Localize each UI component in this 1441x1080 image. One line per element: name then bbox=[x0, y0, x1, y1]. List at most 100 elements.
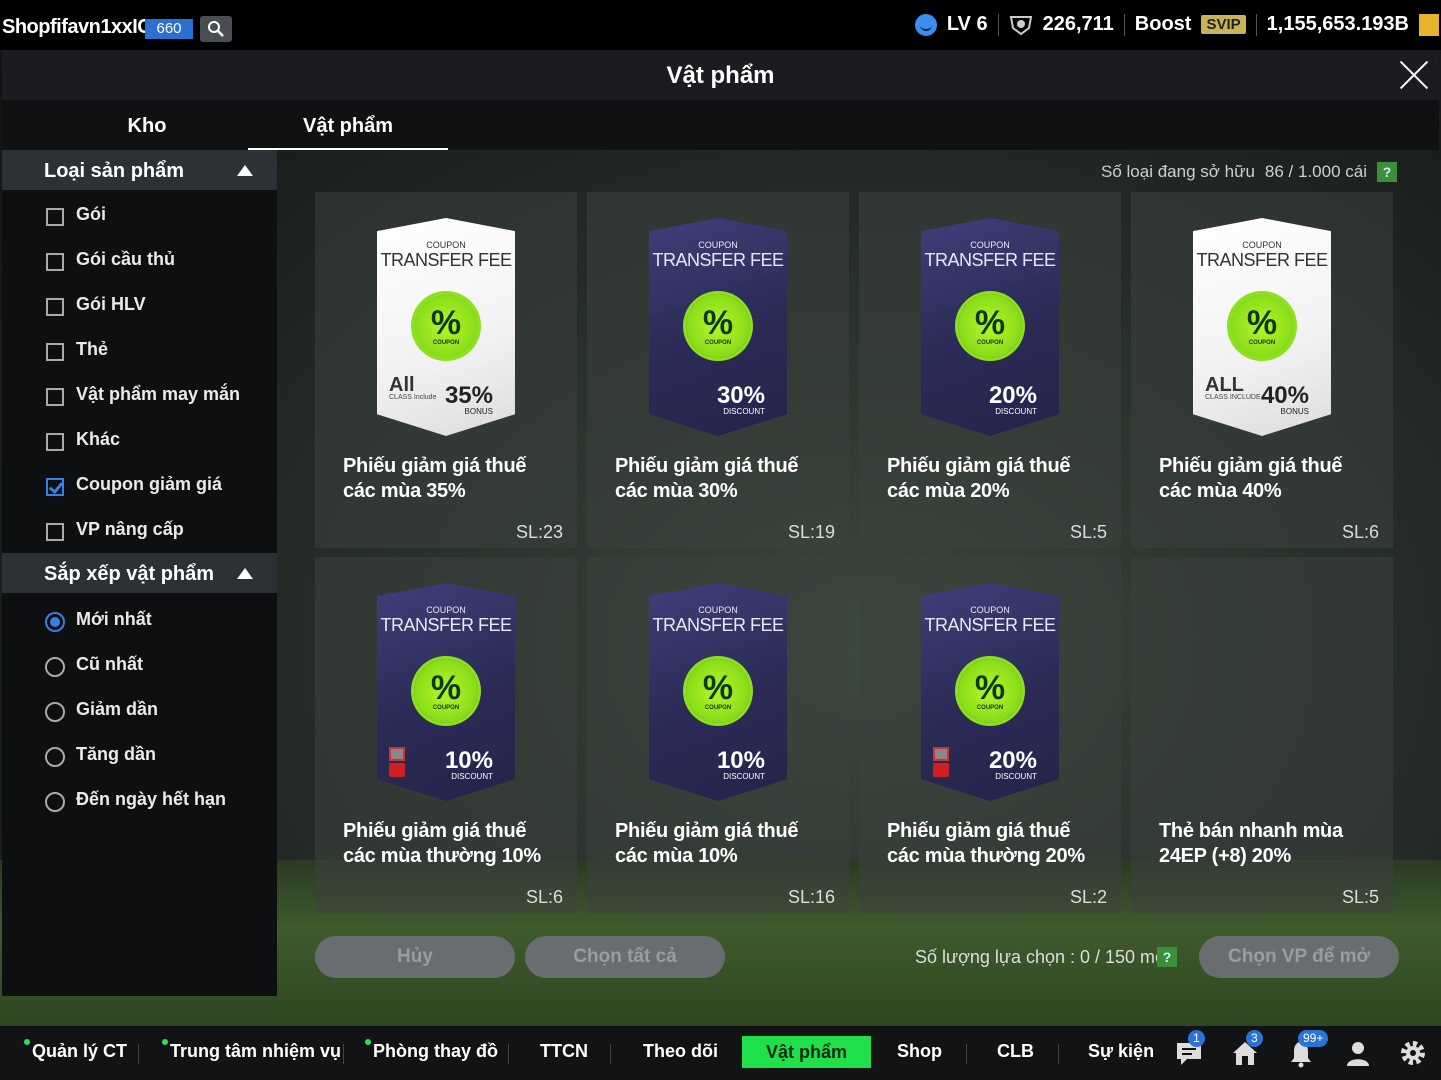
profile-button[interactable] bbox=[1343, 1038, 1373, 1068]
bell-badge: 99+ bbox=[1298, 1030, 1329, 1047]
checkbox[interactable] bbox=[46, 253, 64, 271]
radio[interactable] bbox=[45, 747, 65, 767]
username[interactable]: Shopfifavn1xxICT bbox=[2, 16, 163, 39]
coupon-title: TRANSFER FEE bbox=[924, 615, 1056, 635]
item-quantity: SL:19 bbox=[787, 522, 835, 542]
radio[interactable] bbox=[45, 657, 65, 677]
category-vat-pham-may-man[interactable]: Vật phẩm may mắn bbox=[2, 370, 277, 415]
coupon-small-label: COUPON bbox=[1242, 240, 1282, 250]
rank-badge: 660 bbox=[145, 19, 193, 39]
badge-coupon-label: COUPON bbox=[704, 340, 732, 346]
item-name: Phiếu giảm giá thuế các mùa thường 10% bbox=[343, 820, 541, 867]
nav-shop[interactable]: Shop bbox=[897, 1041, 942, 1062]
category-khac[interactable]: Khác bbox=[2, 415, 277, 460]
radio[interactable] bbox=[45, 792, 65, 812]
item-quantity: SL:6 bbox=[525, 887, 563, 907]
search-button[interactable] bbox=[200, 16, 232, 42]
badge-percent: % bbox=[430, 304, 462, 342]
item-name: Phiếu giảm giá thuế các mùa 35% bbox=[343, 455, 527, 502]
sort-expiry[interactable]: Đến ngày hết hạn bbox=[2, 775, 277, 820]
home-button[interactable]: 3 bbox=[1230, 1030, 1263, 1068]
sort-title: Sắp xếp vật phẩm bbox=[44, 563, 215, 585]
coupon-title: TRANSFER FEE bbox=[380, 615, 512, 635]
selection-help-button[interactable]: ? bbox=[1157, 947, 1177, 967]
sort-ascending[interactable]: Tăng dần bbox=[2, 730, 277, 775]
notification-button[interactable]: 99+ bbox=[1286, 1030, 1329, 1068]
category-the[interactable]: Thẻ bbox=[2, 325, 277, 370]
item-card[interactable]: COUPON TRANSFER FEE % COUPON ALL CLASS IN… bbox=[1131, 192, 1393, 548]
checkbox[interactable] bbox=[46, 208, 64, 226]
coupon-title: TRANSFER FEE bbox=[924, 250, 1056, 270]
divider bbox=[966, 1044, 967, 1064]
checkbox[interactable] bbox=[46, 343, 64, 361]
category-coupon[interactable]: Coupon giảm giá bbox=[2, 460, 277, 505]
coupon-small-label: COUPON bbox=[426, 240, 466, 250]
item-quantity: SL:23 bbox=[515, 522, 563, 542]
untradable-lock-icon bbox=[933, 747, 949, 779]
nav-quan-ly-ct[interactable]: Quản lý CT bbox=[24, 1039, 127, 1062]
badge-coupon-label: COUPON bbox=[432, 705, 460, 711]
coupon-value-label: BONUS bbox=[1280, 407, 1309, 416]
select-all-button[interactable]: Chọn tất cả bbox=[525, 936, 725, 978]
category-goi[interactable]: Gói bbox=[2, 190, 277, 235]
nav-phong-thay-do[interactable]: Phòng thay đồ bbox=[365, 1039, 498, 1062]
untradable-lock-icon bbox=[389, 747, 405, 779]
svip-badge: SVIP bbox=[1201, 15, 1246, 34]
nav-theo-doi[interactable]: Theo dõi bbox=[643, 1041, 718, 1062]
tab-kho[interactable]: Kho bbox=[47, 115, 247, 138]
owned-count: Số loại đang sở hữu 86 / 1.000 cái ? bbox=[1101, 162, 1397, 182]
radio-selected[interactable] bbox=[45, 612, 65, 632]
item-card[interactable]: Thẻ bán nhanh mùa 24EP (+8) 20% SL:5 bbox=[1131, 557, 1393, 913]
tab-vat-pham[interactable]: Vật phẩm bbox=[248, 115, 448, 150]
category-header[interactable]: Loại sản phẩm bbox=[2, 150, 277, 190]
coupon-value-label: DISCOUNT bbox=[995, 772, 1037, 781]
checkbox[interactable] bbox=[46, 388, 64, 406]
coupon-value-label: DISCOUNT bbox=[723, 407, 765, 416]
sort-newest[interactable]: Mới nhất bbox=[2, 595, 277, 640]
settings-button[interactable] bbox=[1398, 1038, 1428, 1068]
category-label: Gói cầu thủ bbox=[76, 249, 175, 269]
item-quantity: SL:5 bbox=[1341, 887, 1379, 907]
nav-clb[interactable]: CLB bbox=[997, 1041, 1034, 1062]
nav-ttcn[interactable]: TTCN bbox=[540, 1041, 588, 1062]
coupon-card-image: COUPON TRANSFER FEE % COUPON 10% DISCOUNT bbox=[649, 583, 787, 801]
nav-su-kien[interactable]: Sự kiện bbox=[1088, 1041, 1154, 1062]
nav-label: Phòng thay đồ bbox=[373, 1041, 498, 1061]
checkbox[interactable] bbox=[46, 433, 64, 451]
cancel-button[interactable]: Hủy bbox=[315, 936, 515, 978]
coupon-value: 20% bbox=[988, 382, 1037, 409]
category-goi-cau-thu[interactable]: Gói cầu thủ bbox=[2, 235, 277, 280]
category-title: Loại sản phẩm bbox=[44, 160, 185, 182]
sort-descending[interactable]: Giảm dần bbox=[2, 685, 277, 730]
sort-oldest[interactable]: Cũ nhất bbox=[2, 640, 277, 685]
checkbox[interactable] bbox=[46, 298, 64, 316]
category-label: Gói bbox=[76, 204, 106, 224]
open-item-button[interactable]: Chọn VP để mở bbox=[1199, 936, 1399, 978]
category-goi-hlv[interactable]: Gói HLV bbox=[2, 280, 277, 325]
item-name: Phiếu giảm giá thuế các mùa 40% bbox=[1159, 455, 1343, 502]
nav-trung-tam-nhiem-vu[interactable]: Trung tâm nhiệm vụ bbox=[162, 1039, 341, 1062]
coupon-card-image: COUPON TRANSFER FEE % COUPON All CLASS In… bbox=[377, 218, 515, 436]
sort-header[interactable]: Sắp xếp vật phẩm bbox=[2, 553, 277, 593]
checkbox[interactable] bbox=[46, 523, 64, 541]
help-button[interactable]: ? bbox=[1377, 162, 1397, 182]
coupon-value: 20% bbox=[988, 747, 1037, 774]
chat-button[interactable]: 1 bbox=[1174, 1030, 1205, 1068]
coupon-class-label: CLASS INCLUDE bbox=[1205, 394, 1261, 401]
boost-label[interactable]: Boost bbox=[1135, 13, 1192, 36]
badge-coupon-label: COUPON bbox=[976, 340, 1004, 346]
selection-count: Số lượng lựa chọn : 0 / 150 món bbox=[915, 947, 1176, 967]
item-card[interactable]: COUPON TRANSFER FEE % COUPON All CLASS In… bbox=[315, 192, 577, 548]
item-card[interactable]: COUPON TRANSFER FEE % COUPON 10% DISCOUNT… bbox=[315, 557, 577, 913]
item-card[interactable]: COUPON TRANSFER FEE % COUPON 20% DISCOUNT… bbox=[859, 192, 1121, 548]
divider bbox=[610, 1044, 611, 1064]
item-name: Phiếu giảm giá thuế các mùa thường 20% bbox=[887, 820, 1085, 867]
item-card[interactable]: COUPON TRANSFER FEE % COUPON 10% DISCOUNT… bbox=[587, 557, 849, 913]
item-card[interactable]: COUPON TRANSFER FEE % COUPON 20% DISCOUNT… bbox=[859, 557, 1121, 913]
category-vp-nang-cap[interactable]: VP nâng cấp bbox=[2, 505, 277, 550]
close-button[interactable] bbox=[1397, 58, 1431, 92]
checkbox-checked[interactable] bbox=[46, 478, 64, 496]
item-card[interactable]: COUPON TRANSFER FEE % COUPON 30% DISCOUNT… bbox=[587, 192, 849, 548]
nav-vat-pham[interactable]: Vật phẩm bbox=[742, 1036, 872, 1068]
radio[interactable] bbox=[45, 702, 65, 722]
